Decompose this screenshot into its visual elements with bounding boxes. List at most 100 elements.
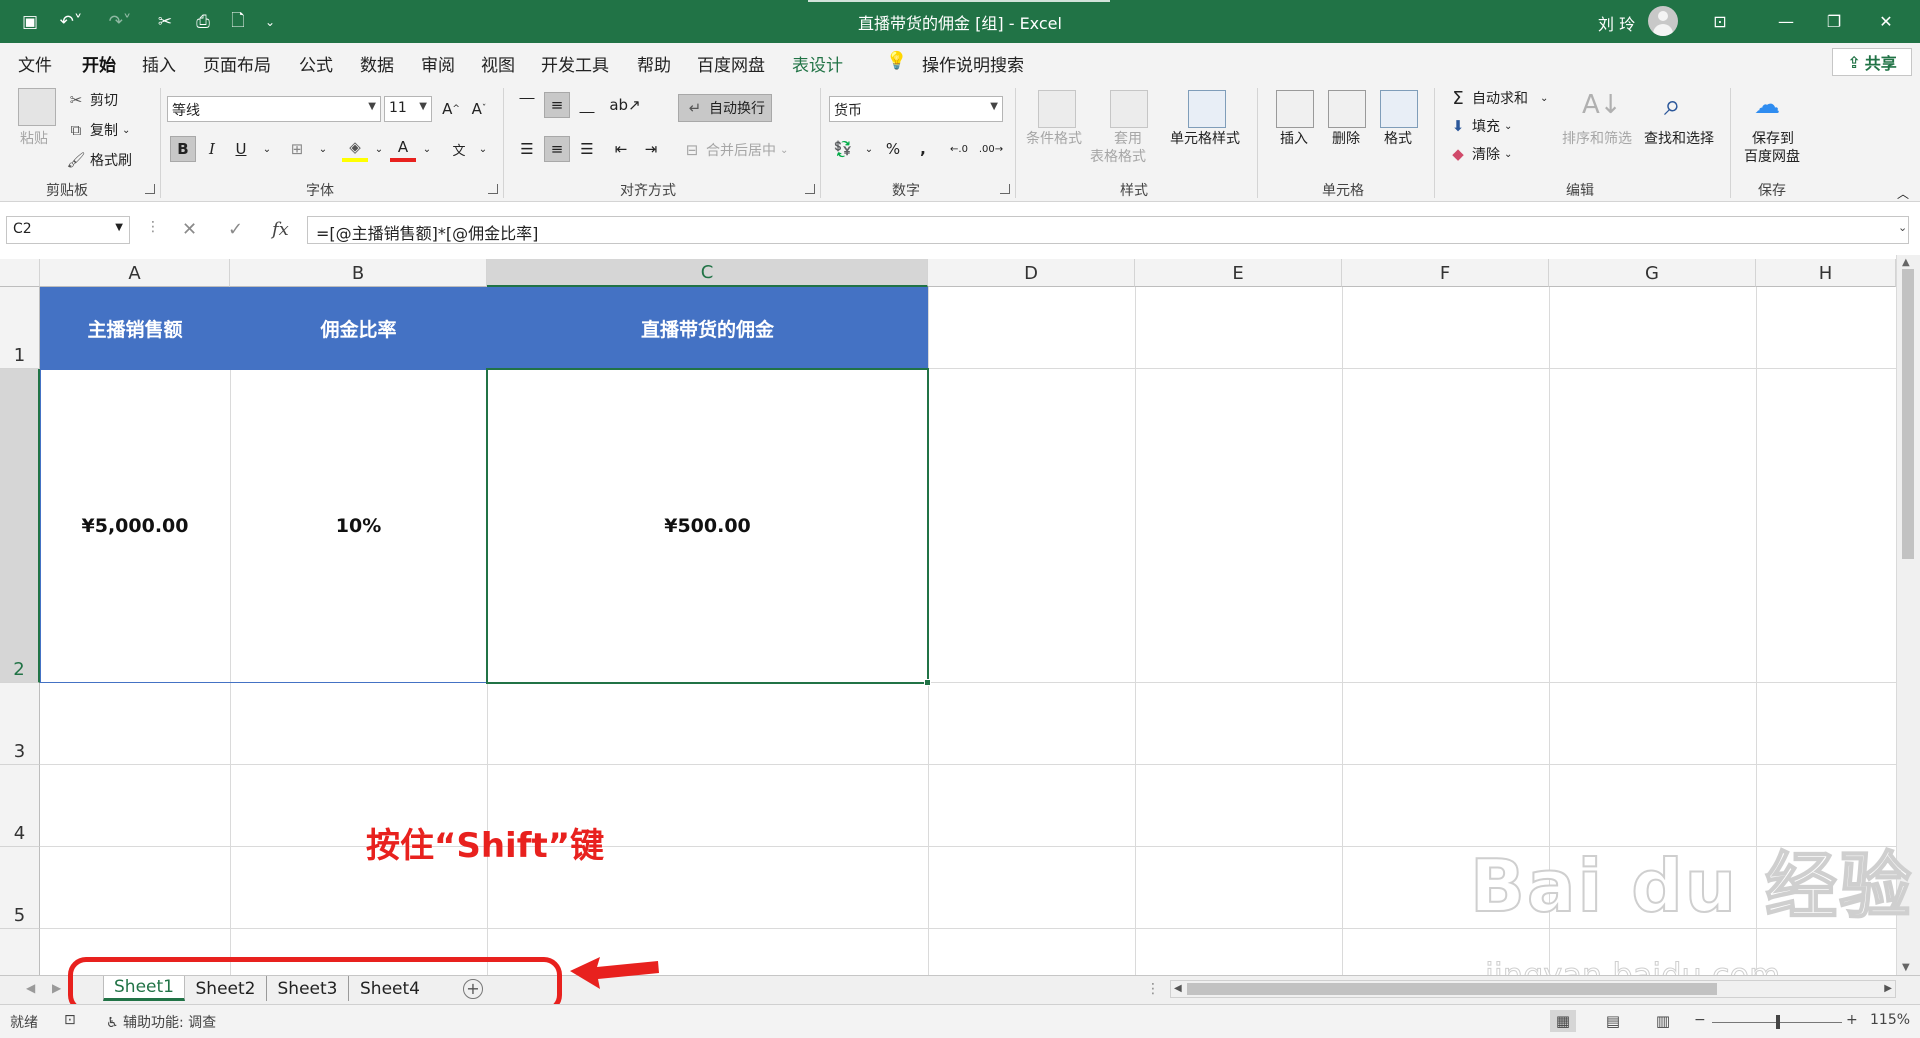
restore-icon[interactable]: ❐ xyxy=(1814,6,1854,36)
tab-insert[interactable]: 插入 xyxy=(142,51,176,76)
chevron-down-icon[interactable]: ⌄ xyxy=(470,136,496,162)
font-color-icon[interactable]: A xyxy=(390,136,416,162)
column-header-h[interactable]: H xyxy=(1756,259,1896,287)
decrease-indent-icon[interactable]: ⇤ xyxy=(608,136,634,162)
cell-a2[interactable]: ¥5,000.00 xyxy=(40,369,230,683)
tab-page-layout[interactable]: 页面布局 xyxy=(203,51,271,76)
fill-button[interactable]: ⬇ 填充 ⌄ xyxy=(1448,116,1513,136)
table-header-rate[interactable]: 佣金比率 xyxy=(230,287,487,369)
expand-formula-icon[interactable]: ⌄ xyxy=(1898,221,1907,234)
horizontal-scroll-thumb[interactable] xyxy=(1187,983,1717,995)
chevron-down-icon[interactable]: ⌄ xyxy=(254,136,280,162)
sort-filter-button[interactable]: 排序和筛选 xyxy=(1562,130,1632,148)
cut-button[interactable]: ✂ 剪切 xyxy=(66,90,118,110)
row-header-1[interactable]: 1 xyxy=(0,287,40,369)
align-center-icon[interactable]: ≡ xyxy=(544,136,570,162)
paste-icon[interactable] xyxy=(18,88,56,126)
formula-input[interactable]: =[@主播销售额]*[@佣金比率] xyxy=(307,216,1909,244)
tab-view[interactable]: 视图 xyxy=(481,51,515,76)
cell-b2[interactable]: 10% xyxy=(230,369,487,683)
tab-table-design[interactable]: 表设计 xyxy=(792,51,843,76)
tab-baidu-netdisk[interactable]: 百度网盘 xyxy=(697,51,765,76)
table-header-commission[interactable]: 直播带货的佣金 xyxy=(487,287,928,369)
horizontal-scrollbar[interactable]: ◀ ▶ xyxy=(1170,980,1896,998)
row-header-3[interactable]: 3 xyxy=(0,683,40,765)
row-header-6[interactable] xyxy=(0,929,40,975)
tab-home[interactable]: 开始 xyxy=(82,51,116,83)
font-launcher-icon[interactable] xyxy=(488,184,498,194)
column-header-d[interactable]: D xyxy=(928,259,1135,287)
delete-cells-icon[interactable] xyxy=(1328,90,1366,128)
zoom-level[interactable]: 115% xyxy=(1870,1012,1910,1028)
cell-styles-icon[interactable] xyxy=(1188,90,1226,128)
splitter-icon[interactable]: ⋮ xyxy=(1146,981,1160,997)
save-to-line2[interactable]: 百度网盘 xyxy=(1744,148,1800,166)
normal-view-icon[interactable]: ▦ xyxy=(1550,1010,1576,1032)
autosum-button[interactable]: Σ 自动求和 ⌄ xyxy=(1448,88,1548,109)
column-header-f[interactable]: F xyxy=(1342,259,1549,287)
format-as-table-line1[interactable]: 套用 xyxy=(1114,130,1142,148)
insert-function-icon[interactable]: fx xyxy=(272,219,289,240)
percent-icon[interactable]: % xyxy=(880,136,906,162)
tab-data[interactable]: 数据 xyxy=(360,51,394,76)
next-sheet-icon[interactable]: ▶ xyxy=(52,981,61,995)
format-cells-icon[interactable] xyxy=(1380,90,1418,128)
fill-handle[interactable] xyxy=(924,679,931,686)
scroll-right-icon[interactable]: ▶ xyxy=(1884,983,1892,994)
macro-record-icon[interactable]: ⊡ xyxy=(64,1012,76,1028)
collapse-ribbon-icon[interactable]: ︿ xyxy=(1890,180,1916,206)
italic-button[interactable]: I xyxy=(199,136,225,162)
copy-button[interactable]: ⧉ 复制 ⌄ xyxy=(66,120,131,140)
increase-indent-icon[interactable]: ⇥ xyxy=(638,136,664,162)
select-all-corner[interactable] xyxy=(0,259,40,287)
wrap-text-button[interactable]: ↵ 自动换行 xyxy=(678,94,772,122)
chevron-down-icon[interactable]: ⌄ xyxy=(856,136,882,162)
align-middle-icon[interactable]: ≡ xyxy=(544,92,570,118)
zoom-in-icon[interactable]: + xyxy=(1846,1012,1858,1028)
row-header-5[interactable]: 5 xyxy=(0,847,40,929)
find-select-button[interactable]: 查找和选择 xyxy=(1644,130,1714,148)
paste-button[interactable]: 粘贴 xyxy=(20,130,48,148)
accessibility-status[interactable]: ♿ 辅助功能: 调查 xyxy=(106,1012,216,1032)
column-header-g[interactable]: G xyxy=(1549,259,1756,287)
orientation-icon[interactable]: ab↗ xyxy=(609,92,640,118)
scroll-left-icon[interactable]: ◀ xyxy=(1174,983,1182,994)
cell-styles-button[interactable]: 单元格样式 xyxy=(1170,130,1240,148)
ribbon-display-icon[interactable]: ⊡ xyxy=(1700,6,1740,36)
align-right-icon[interactable]: ☰ xyxy=(574,136,600,162)
clipboard-launcher-icon[interactable] xyxy=(145,184,155,194)
align-left-icon[interactable]: ☰ xyxy=(514,136,540,162)
tab-help[interactable]: 帮助 xyxy=(637,51,671,76)
lightbulb-icon[interactable]: 💡 xyxy=(886,51,907,71)
avatar[interactable] xyxy=(1648,6,1678,36)
vertical-scroll-thumb[interactable] xyxy=(1902,269,1914,559)
column-header-b[interactable]: B xyxy=(230,259,487,287)
share-button[interactable]: ⇪ 共享 xyxy=(1832,48,1912,76)
column-header-e[interactable]: E xyxy=(1135,259,1342,287)
accounting-format-icon[interactable]: 💱 xyxy=(830,136,856,162)
tab-developer[interactable]: 开发工具 xyxy=(541,51,609,76)
search-icon[interactable]: ⌕ xyxy=(1664,88,1702,126)
comma-style-icon[interactable]: , xyxy=(910,136,936,162)
underline-button[interactable]: U xyxy=(228,136,254,162)
insert-cells-button[interactable]: 插入 xyxy=(1280,130,1308,148)
fill-color-icon[interactable]: ◈ xyxy=(342,136,368,162)
save-to-line1[interactable]: 保存到 xyxy=(1752,130,1794,148)
align-top-icon[interactable]: ⎺ xyxy=(514,92,540,118)
sort-filter-icon[interactable]: A↓ xyxy=(1582,90,1622,128)
phonetic-icon[interactable]: 文 xyxy=(446,136,472,162)
zoom-slider-thumb[interactable] xyxy=(1776,1015,1780,1029)
row-header-4[interactable]: 4 xyxy=(0,765,40,847)
column-header-a[interactable]: A xyxy=(40,259,230,287)
scroll-down-icon[interactable]: ▼ xyxy=(1902,962,1910,973)
decrease-decimal-icon[interactable]: .00→ xyxy=(978,136,1004,162)
tab-review[interactable]: 审阅 xyxy=(421,51,455,76)
format-as-table-line2[interactable]: 表格格式 xyxy=(1090,148,1146,166)
insert-cells-icon[interactable] xyxy=(1276,90,1314,128)
tab-formulas[interactable]: 公式 xyxy=(299,51,333,76)
minimize-icon[interactable]: — xyxy=(1766,6,1806,36)
font-size-select[interactable]: 11 ▼ xyxy=(384,96,432,122)
table-header-sales[interactable]: 主播销售额 xyxy=(40,287,230,369)
format-painter-button[interactable]: 🖌 格式刷 xyxy=(66,150,132,170)
tell-me-search[interactable]: 操作说明搜索 xyxy=(922,51,1024,76)
